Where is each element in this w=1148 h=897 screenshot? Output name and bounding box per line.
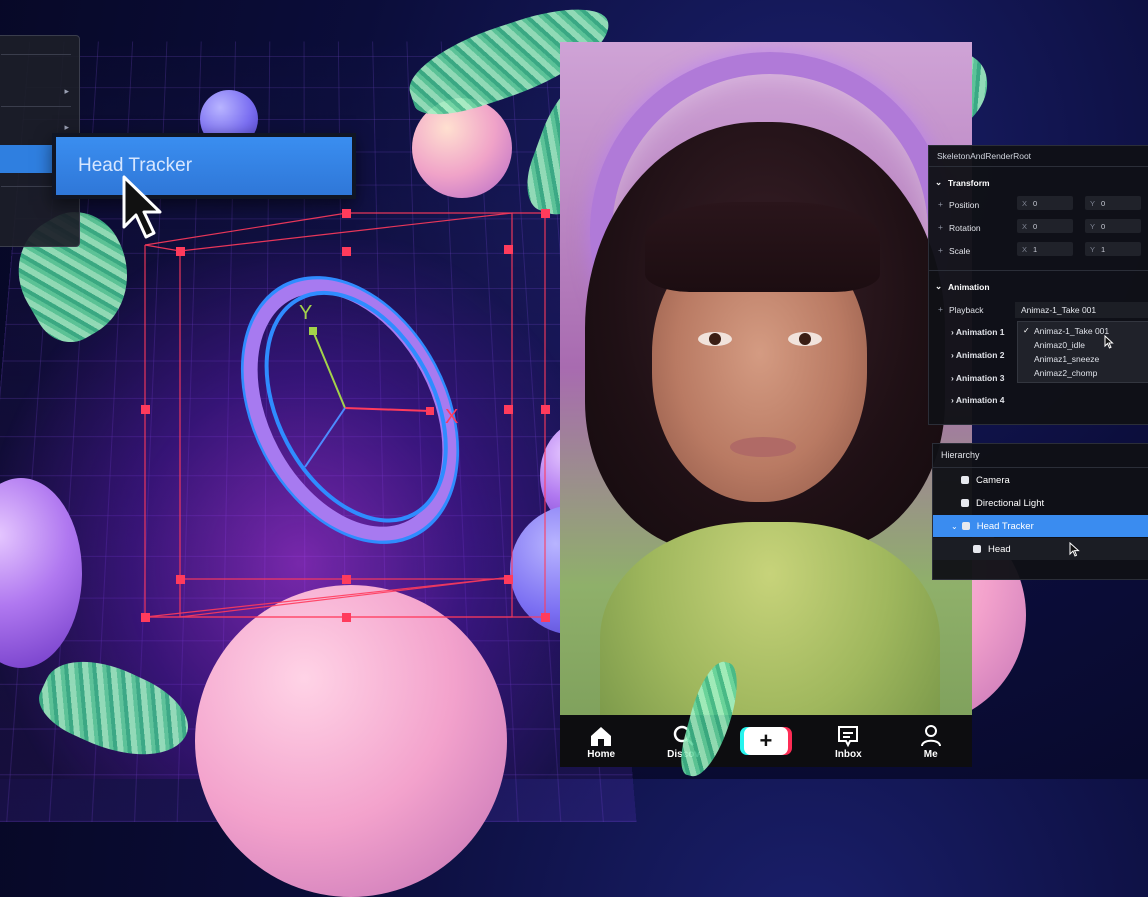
menu-highlight	[0, 145, 52, 173]
gizmo-y-label: Y	[299, 302, 312, 324]
chevron-right-icon: ▸	[64, 122, 69, 132]
plus-icon: +	[743, 727, 788, 755]
hierarchy-item-directional-light[interactable]: Directional Light	[933, 492, 1148, 514]
playback-option[interactable]: Animaz0_idle	[1034, 340, 1085, 350]
head-tracker-button[interactable]: Head Tracker	[52, 133, 356, 199]
eye	[698, 332, 732, 346]
hierarchy-item-camera[interactable]: Camera	[933, 469, 1148, 491]
position-label: Position	[949, 200, 980, 210]
plus-icon[interactable]: +	[938, 199, 943, 209]
playback-option[interactable]: Animaz2_chomp	[1034, 368, 1097, 378]
playback-option[interactable]: Animaz1_sneeze	[1034, 354, 1099, 364]
hierarchy-item-head-tracker[interactable]: ⌄ Head Tracker	[933, 515, 1148, 537]
mouse-cursor-icon	[1104, 335, 1114, 349]
plus-icon[interactable]: +	[938, 245, 943, 255]
hierarchy-title: Hierarchy	[941, 450, 980, 460]
tab-me[interactable]: Me	[901, 723, 961, 760]
cube-icon	[961, 476, 969, 484]
phone-preview: Home Discov + Inbox Me	[560, 42, 972, 767]
hierarchy-item-head[interactable]: Head	[933, 538, 1148, 560]
sphere-decoration	[195, 585, 507, 897]
tab-home-label: Home	[587, 748, 616, 760]
scale-x-field[interactable]: X1	[1017, 242, 1073, 256]
inspector-title: SkeletonAndRenderRoot	[937, 151, 1032, 161]
profile-icon	[919, 723, 943, 749]
animation-item[interactable]: › Animation 1	[951, 327, 1005, 337]
tab-inbox[interactable]: Inbox	[818, 723, 878, 760]
position-x-field[interactable]: X0	[1017, 196, 1073, 210]
animation-section-header[interactable]: Animation	[948, 282, 990, 292]
playback-dropdown[interactable]: Animaz-1_Take 001	[1015, 302, 1148, 318]
home-icon	[588, 723, 614, 749]
person-lips	[730, 437, 796, 457]
transform-gizmo[interactable]: Y X	[135, 205, 555, 625]
plus-icon[interactable]: +	[938, 222, 943, 232]
rotation-y-field[interactable]: Y0	[1085, 219, 1141, 233]
playback-options-menu: ✓ Animaz-1_Take 001 Animaz0_idle Animaz1…	[1017, 321, 1148, 383]
tab-me-label: Me	[923, 748, 938, 760]
tab-inbox-label: Inbox	[835, 748, 862, 760]
rotation-x-field[interactable]: X0	[1017, 219, 1073, 233]
person-bangs	[645, 202, 880, 292]
chevron-down-icon[interactable]: ⌄	[935, 281, 942, 292]
playback-label: Playback	[949, 305, 984, 315]
transform-section-header[interactable]: Transform	[948, 178, 990, 188]
eye	[788, 332, 822, 346]
tab-home[interactable]: Home	[571, 723, 631, 760]
checkmark-icon: ✓	[1023, 326, 1030, 335]
bottom-tab-bar: Home Discov + Inbox Me	[560, 715, 972, 767]
chevron-right-icon: ▸	[64, 86, 69, 96]
gizmo-x-label: X	[445, 406, 458, 428]
cube-icon	[961, 499, 969, 507]
plus-icon[interactable]: +	[938, 304, 943, 314]
position-y-field[interactable]: Y0	[1085, 196, 1141, 210]
rotation-label: Rotation	[949, 223, 981, 233]
scale-label: Scale	[949, 246, 971, 256]
hierarchy-panel: Hierarchy Camera Directional Light ⌄ Hea…	[932, 443, 1148, 580]
animation-item[interactable]: › Animation 2	[951, 350, 1005, 360]
mouse-cursor-icon	[1069, 542, 1080, 557]
head-tracker-label: Head Tracker	[78, 155, 193, 176]
chevron-down-icon[interactable]: ⌄	[951, 522, 958, 531]
inbox-icon	[836, 723, 860, 749]
inspector-panel: SkeletonAndRenderRoot ⌄ Transform + Posi…	[928, 145, 1148, 425]
animation-item[interactable]: › Animation 4	[951, 395, 1005, 405]
gizmo-handles[interactable]	[141, 209, 550, 622]
cube-icon	[961, 522, 970, 530]
cube-icon	[973, 545, 981, 553]
tab-create[interactable]: +	[736, 727, 796, 755]
animation-item[interactable]: › Animation 3	[951, 373, 1005, 383]
scale-y-field[interactable]: Y1	[1085, 242, 1141, 256]
playback-option[interactable]: Animaz-1_Take 001	[1034, 326, 1109, 336]
chevron-down-icon[interactable]: ⌄	[935, 177, 942, 188]
